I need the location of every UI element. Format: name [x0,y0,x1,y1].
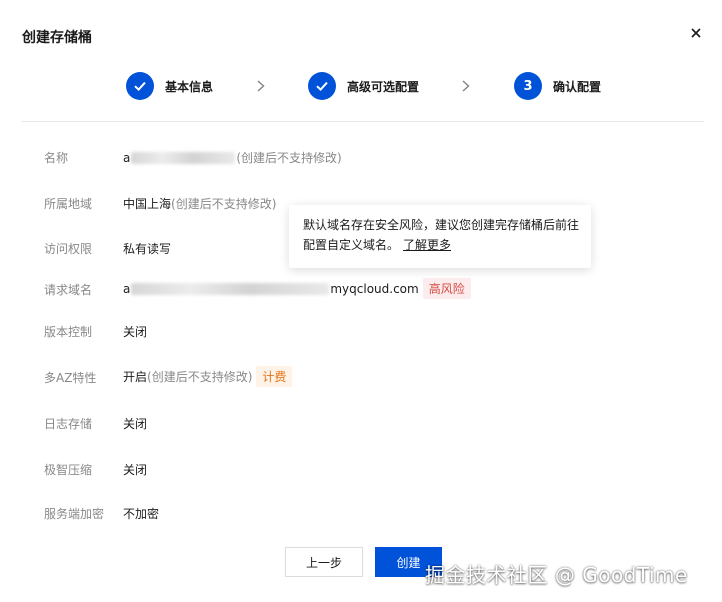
multi-az-text: 开启 [123,370,148,384]
logging-label: 日志存储 [44,417,93,431]
steps: 基本信息 高级可选配置 3 确认配置 [0,70,722,102]
domain-label: 请求域名 [44,283,93,297]
name-label: 名称 [44,151,69,165]
step-advanced-config: 高级可选配置 [308,70,419,102]
domain-risk-tooltip: 默认域名存在安全风险，建议您创建完存储桶后前往配置自定义域名。 了解更多 [289,205,591,268]
chevron-right-icon [257,80,265,92]
step-number: 3 [514,72,542,100]
step-label: 基本信息 [165,79,214,94]
domain-suffix: myqcloud.com [330,281,419,296]
step-label: 高级可选配置 [347,79,420,94]
compression-label: 极智压缩 [44,463,93,477]
name-value: a (创建后不支持修改) [123,149,342,166]
versioning-label: 版本控制 [44,325,93,339]
watermark: 掘金技术社区 @ GoodTime [425,563,688,587]
domain-prefix: a [123,281,131,296]
multi-az-label: 多AZ特性 [44,371,97,385]
step-confirm-config: 3 确认配置 [514,70,601,102]
multi-az-note: (创建后不支持修改) [147,370,253,384]
step-label: 确认配置 [553,79,602,94]
encryption-value: 不加密 [123,507,160,521]
step-basic-info: 基本信息 [126,70,213,102]
versioning-value: 关闭 [123,325,148,339]
learn-more-link[interactable]: 了解更多 [403,238,451,252]
region-label: 所属地域 [44,197,93,211]
check-icon [126,72,154,100]
check-icon [308,72,336,100]
region-value: 中国上海 (创建后不支持修改) [123,195,276,212]
redacted-text [131,282,330,295]
prev-step-button[interactable]: 上一步 [285,547,363,577]
name-prefix: a [123,150,131,165]
compression-value: 关闭 [123,463,148,477]
name-note: (创建后不支持修改) [236,151,342,165]
divider [22,121,704,122]
region-text: 中国上海 [123,197,172,211]
domain-value: a myqcloud.com 高风险 [123,278,471,299]
redacted-text [131,151,236,164]
region-note: (创建后不支持修改) [171,197,277,211]
logging-value: 关闭 [123,417,148,431]
acl-value: 私有读写 [123,242,172,256]
acl-label: 访问权限 [44,242,93,256]
billing-badge: 计费 [256,366,293,387]
high-risk-badge[interactable]: 高风险 [422,278,471,299]
close-icon[interactable] [688,25,704,41]
encryption-label: 服务端加密 [44,507,105,521]
chevron-right-icon [462,80,470,92]
dialog-title: 创建存储桶 [22,30,92,46]
multi-az-value: 开启 (创建后不支持修改) 计费 [123,366,293,387]
